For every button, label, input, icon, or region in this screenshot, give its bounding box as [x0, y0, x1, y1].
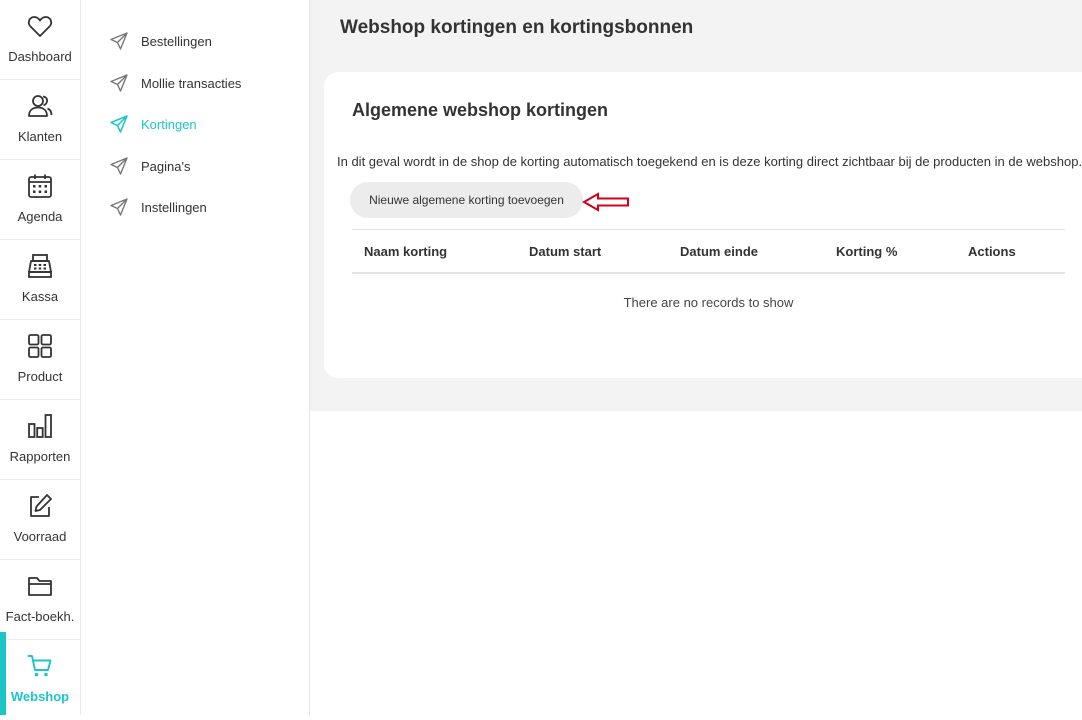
webshop-subnav: Bestellingen Mollie transacties Kortinge… — [81, 0, 310, 715]
content-blank-area — [320, 411, 1082, 715]
rail-item-klanten[interactable]: Klanten — [0, 80, 80, 160]
grid-icon — [28, 334, 52, 358]
rail-label: Product — [17, 369, 63, 384]
send-icon — [110, 157, 128, 175]
cash-register-icon — [28, 254, 52, 278]
subnav-item-instellingen[interactable]: Instellingen — [109, 195, 207, 219]
subnav-label: Kortingen — [141, 116, 197, 132]
rail-label: Rapporten — [9, 449, 71, 464]
empty-table-message: There are no records to show — [623, 295, 794, 310]
discounts-table: Naam korting Datum start Datum einde Kor… — [352, 229, 1065, 310]
send-icon — [110, 198, 128, 216]
rail-label: Webshop — [10, 689, 70, 704]
subnav-label: Instellingen — [141, 199, 207, 215]
table-header: Naam korting Datum start Datum einde Kor… — [352, 229, 1065, 274]
rail-label: Dashboard — [8, 49, 72, 64]
column-header-korting-pct[interactable]: Korting % — [836, 244, 897, 259]
send-icon — [110, 115, 128, 133]
heart-icon — [27, 16, 53, 37]
rail-label: Fact-boekh. — [5, 609, 75, 624]
rail-item-product[interactable]: Product — [0, 320, 80, 400]
column-header-datum-einde[interactable]: Datum einde — [680, 244, 758, 259]
rail-item-kassa[interactable]: Kassa — [0, 240, 80, 320]
card-title: Algemene webshop kortingen — [352, 100, 609, 120]
rail-item-dashboard[interactable]: Dashboard — [0, 0, 80, 80]
column-header-naam-korting[interactable]: Naam korting — [364, 244, 447, 259]
rail-item-agenda[interactable]: Agenda — [0, 160, 80, 240]
rail-label: Klanten — [17, 129, 63, 144]
column-header-actions: Actions — [968, 244, 1016, 259]
rail-item-webshop[interactable]: Webshop — [0, 640, 80, 720]
main-content: Webshop kortingen en kortingsbonnen Alge… — [310, 0, 1082, 715]
active-indicator — [0, 632, 6, 715]
card-description: In dit geval wordt in de shop de korting… — [337, 154, 1082, 169]
folder-icon — [28, 577, 52, 596]
rail-item-voorraad[interactable]: Voorraad — [0, 480, 80, 560]
main-rail: Dashboard Klanten Agenda Kassa Product R… — [0, 0, 81, 715]
column-header-datum-start[interactable]: Datum start — [529, 244, 601, 259]
rail-label: Voorraad — [13, 529, 67, 544]
add-discount-button[interactable]: Nieuwe algemene korting toevoegen — [350, 182, 583, 218]
discount-card: Algemene webshop kortingen In dit geval … — [324, 72, 1082, 378]
rail-item-rapporten[interactable]: Rapporten — [0, 400, 80, 480]
subnav-label: Pagina's — [141, 158, 191, 174]
subnav-item-paginas[interactable]: Pagina's — [109, 154, 190, 178]
edit-icon — [30, 494, 52, 517]
send-icon — [110, 32, 128, 50]
rail-label: Agenda — [17, 209, 63, 224]
subnav-item-kortingen[interactable]: Kortingen — [109, 112, 197, 136]
users-icon — [28, 95, 53, 117]
send-icon — [110, 74, 128, 92]
page-title: Webshop kortingen en kortingsbonnen — [340, 17, 694, 38]
rail-item-fact-boekh[interactable]: Fact-boekh. — [0, 560, 80, 640]
rail-label: Kassa — [21, 289, 59, 304]
annotation-arrow-icon — [582, 192, 629, 212]
subnav-item-bestellingen[interactable]: Bestellingen — [109, 29, 212, 53]
subnav-label: Bestellingen — [141, 33, 212, 49]
subnav-label: Mollie transacties — [141, 75, 242, 91]
bar-chart-icon — [28, 414, 52, 438]
calendar-icon — [28, 174, 52, 198]
subnav-item-mollie-transacties[interactable]: Mollie transacties — [109, 71, 241, 95]
cart-icon — [27, 655, 52, 677]
